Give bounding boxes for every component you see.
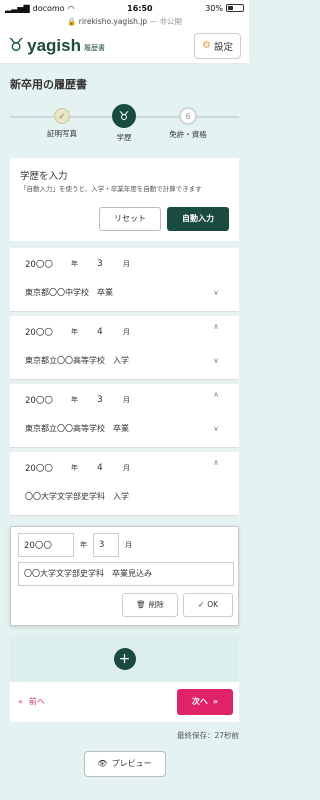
status-bar: ▂▃▅▇ docomo ◠ 16:50 30% <box>0 0 249 16</box>
card-hint: 「自動入力」を使うと、入学・卒業年度を自動で計算できます <box>20 185 202 193</box>
entry-text-input[interactable]: 〇〇大学文学部史学科 卒業見込み <box>18 561 234 586</box>
next-button[interactable]: 次へ » <box>177 688 233 715</box>
double-right-icon: » <box>212 697 219 707</box>
month-input[interactable]: 3 <box>93 532 119 557</box>
step-licenses[interactable]: 6 免許・資格 <box>158 98 218 140</box>
goat-step-icon: ♉ <box>112 104 136 128</box>
next-label: 次へ <box>191 697 208 707</box>
education-entry[interactable]: 20〇〇 年 4 月 〇〇大学文学部史学科 入学 ∧ <box>10 451 239 516</box>
clock: 16:50 <box>127 3 153 13</box>
check-icon: ✓ <box>197 600 205 610</box>
add-entry-button[interactable]: + <box>113 647 136 670</box>
step-number: 6 <box>179 107 197 125</box>
entry-text: 〇〇大学文学部史学科 入学 <box>25 491 129 501</box>
app-header: ♉ yagish 履歴書 ⚙ 設定 <box>0 28 249 64</box>
url-bar[interactable]: 🔒 rirekisho.yagish.jp — 非公開 <box>0 16 249 28</box>
lock-icon: 🔒 <box>67 17 77 26</box>
logo-text: yagish <box>27 36 81 55</box>
photo-step-icon: ✓ <box>54 108 70 124</box>
plus-icon: + <box>118 650 131 667</box>
month-unit: 月 <box>123 395 130 404</box>
edit-entry-card: 20〇〇 年 3 月 〇〇大学文学部史学科 卒業見込み 🗑 削除 ✓ OK <box>10 525 239 626</box>
prev-button[interactable]: « 前へ <box>16 696 45 707</box>
battery-percent: 30% <box>205 3 223 13</box>
double-left-icon: « <box>18 697 23 707</box>
step-photo[interactable]: ✓ 証明写真 <box>32 98 92 139</box>
entry-month: 3 <box>97 394 103 405</box>
entry-year: 20〇〇 <box>25 327 53 338</box>
education-entry[interactable]: 20〇〇 年 4 月 東京都立〇〇高等学校 入学 ∧ ∨ <box>10 315 239 380</box>
move-up-icon[interactable]: ∧ <box>213 458 219 467</box>
url-privacy: — 非公開 <box>149 17 182 26</box>
step-label: 学歴 <box>116 133 132 142</box>
preview-label: プレビュー <box>111 759 152 769</box>
settings-button[interactable]: ⚙ 設定 <box>194 32 241 59</box>
entry-text: 東京都〇〇中学校 卒業 <box>25 287 113 297</box>
move-up-icon[interactable]: ∧ <box>213 322 219 331</box>
ok-label: OK <box>207 600 219 610</box>
entry-year: 20〇〇 <box>25 463 53 474</box>
move-up-icon[interactable]: ∧ <box>213 390 219 399</box>
step-navigation: « 前へ 次へ » <box>10 681 239 722</box>
month-unit: 月 <box>123 259 130 268</box>
last-saved-status: 最終保存：27秒前 <box>176 730 239 740</box>
settings-label: 設定 <box>213 41 233 53</box>
move-down-icon[interactable]: ∨ <box>213 424 219 433</box>
entry-year: 20〇〇 <box>25 259 53 270</box>
education-entry[interactable]: 20〇〇 年 3 月 東京都立〇〇高等学校 卒業 ∧ ∨ <box>10 383 239 448</box>
education-entries: 20〇〇 年 3 月 東京都〇〇中学校 卒業 ∨ 20〇〇 年 4 月 東京都立… <box>10 247 239 516</box>
trash-icon: 🗑 <box>136 600 146 610</box>
battery-icon <box>225 4 244 12</box>
year-unit: 年 <box>80 540 87 549</box>
year-unit: 年 <box>71 259 78 268</box>
entry-text: 東京都立〇〇高等学校 卒業 <box>25 423 129 433</box>
ok-button[interactable]: ✓ OK <box>183 592 233 617</box>
add-entry-area: + <box>10 635 239 682</box>
step-label: 証明写真 <box>47 129 77 138</box>
entry-month: 3 <box>97 258 103 269</box>
carrier-name: docomo <box>32 3 65 13</box>
step-education[interactable]: ♉ 学歴 <box>94 98 154 143</box>
wifi-icon: ◠ <box>67 3 75 13</box>
entry-text: 東京都立〇〇高等学校 入学 <box>25 355 129 365</box>
month-unit: 月 <box>125 540 132 549</box>
move-down-icon[interactable]: ∨ <box>213 356 219 365</box>
url-domain: rirekisho.yagish.jp <box>78 17 148 26</box>
move-down-icon[interactable]: ∨ <box>213 288 219 297</box>
signal-icon: ▂▃▅▇ <box>5 3 30 13</box>
year-unit: 年 <box>71 395 78 404</box>
entry-month: 4 <box>97 462 103 473</box>
education-entry[interactable]: 20〇〇 年 3 月 東京都〇〇中学校 卒業 ∨ <box>10 247 239 312</box>
card-title: 学歴を入力 <box>20 171 68 182</box>
prev-label: 前へ <box>28 697 45 707</box>
year-unit: 年 <box>71 463 78 472</box>
eye-icon: 👁 <box>97 759 108 769</box>
education-input-card: 学歴を入力 「自動入力」を使うと、入学・卒業年度を自動で計算できます リセット … <box>10 158 239 241</box>
page-title: 新卒用の履歴書 <box>10 78 87 91</box>
entry-year: 20〇〇 <box>25 395 53 406</box>
step-label: 免許・資格 <box>169 130 207 139</box>
progress-stepper: ✓ 証明写真 ♉ 学歴 6 免許・資格 <box>0 98 249 158</box>
logo[interactable]: ♉ yagish 履歴書 <box>8 35 105 56</box>
delete-label: 削除 <box>148 600 164 610</box>
year-input[interactable]: 20〇〇 <box>18 532 74 557</box>
auto-fill-button[interactable]: 自動入力 <box>167 206 229 231</box>
year-unit: 年 <box>71 327 78 336</box>
reset-button[interactable]: リセット <box>99 206 161 231</box>
entry-month: 4 <box>97 326 103 337</box>
settings-icon: ⚙ <box>202 40 211 51</box>
delete-button[interactable]: 🗑 削除 <box>122 592 178 617</box>
month-unit: 月 <box>123 327 130 336</box>
month-unit: 月 <box>123 463 130 472</box>
preview-button[interactable]: 👁 プレビュー <box>83 750 166 777</box>
logo-subtitle: 履歴書 <box>84 44 105 52</box>
goat-logo-icon: ♉ <box>8 35 25 56</box>
